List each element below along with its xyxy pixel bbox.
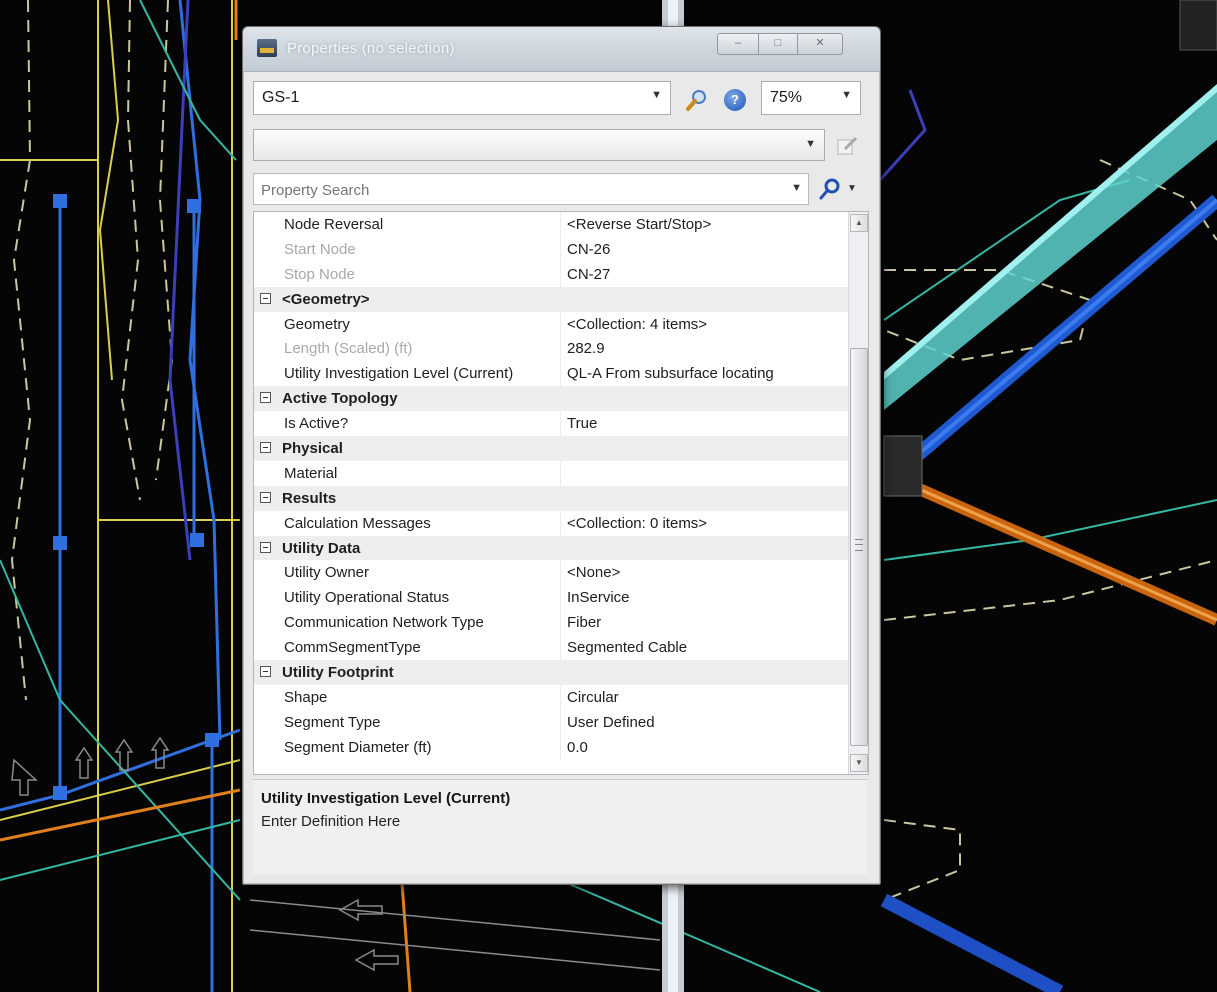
help-icon[interactable]: ? (724, 89, 746, 111)
property-value[interactable]: <Collection: 0 items> (567, 515, 707, 532)
edit-icon[interactable] (835, 135, 859, 157)
collapse-toggle-icon[interactable] (260, 292, 271, 304)
category-label: Results (282, 489, 337, 507)
property-name: CommSegmentType (284, 639, 421, 657)
property-row[interactable]: Material (254, 460, 848, 486)
category-label: Utility Footprint (282, 664, 394, 682)
property-value[interactable]: 0.0 (567, 739, 588, 756)
description-title: Utility Investigation Level (Current) (261, 790, 511, 807)
property-grid: Node Reversal <Reverse Start/Stop> Start N… (253, 211, 869, 775)
property-search-field[interactable]: ▼ (253, 173, 809, 205)
property-name: Node Reversal (284, 216, 384, 233)
minimize-button[interactable]: – (717, 33, 759, 55)
vertical-scrollbar[interactable]: ▲ ▼ (848, 212, 868, 774)
property-row[interactable]: Communication Network Type Fiber (254, 610, 848, 636)
property-name: Is Active? (284, 415, 349, 433)
scroll-down-arrow-icon[interactable]: ▼ (850, 754, 868, 772)
property-value[interactable]: Circular (567, 689, 619, 706)
property-search-input[interactable] (259, 179, 783, 201)
search-options-dropdown[interactable]: ▼ (847, 183, 857, 194)
magnifier-icon[interactable] (686, 89, 708, 111)
element-select-combo[interactable]: GS-1 ▼ (253, 81, 671, 115)
property-name: Utility Operational Status (284, 589, 450, 607)
scrollbar-thumb[interactable] (850, 348, 868, 746)
collapse-toggle-icon[interactable] (260, 666, 271, 678)
property-row[interactable]: CommSegmentType Segmented Cable (254, 635, 848, 660)
chevron-down-icon[interactable]: ▼ (841, 89, 852, 101)
property-value[interactable]: Segmented Cable (567, 639, 687, 656)
property-value[interactable]: <Reverse Start/Stop> (567, 216, 711, 233)
properties-dialog: Properties (no selection) – □ ✕ GS-1 ▼ ?… (242, 26, 881, 885)
property-category[interactable]: Physical (254, 436, 848, 461)
property-name: Stop Node (284, 265, 355, 283)
property-name: Geometry (284, 315, 350, 333)
property-value[interactable]: User Defined (567, 714, 655, 731)
property-row[interactable]: Utility Operational Status InService (254, 585, 848, 611)
property-category[interactable]: Active Topology (254, 386, 848, 412)
description-panel: Utility Investigation Level (Current) En… (253, 779, 867, 874)
category-label: Physical (282, 440, 343, 458)
property-row[interactable]: Geometry <Collection: 4 items> (254, 311, 848, 337)
property-value: CN-27 (567, 265, 611, 283)
property-row[interactable]: Length (Scaled) (ft) 282.9 (254, 336, 848, 362)
property-name: Calculation Messages (284, 514, 431, 532)
chevron-down-icon[interactable]: ▼ (791, 182, 802, 194)
property-row[interactable]: Segment Diameter (ft) 0.0 (254, 734, 848, 760)
property-row[interactable]: Shape Circular (254, 684, 848, 710)
category-label: <Geometry> (282, 290, 370, 308)
zoom-level-value: 75% (770, 89, 803, 106)
property-value[interactable]: InService (567, 589, 630, 606)
selection-set-combo[interactable]: ▼ (253, 129, 825, 161)
property-name: Material (284, 464, 338, 482)
property-name: Shape (284, 688, 328, 706)
property-row[interactable]: Segment Type User Defined (254, 709, 848, 735)
property-value[interactable]: <None> (567, 564, 620, 581)
property-row[interactable]: Calculation Messages <Collection: 0 items… (254, 510, 848, 536)
collapse-toggle-icon[interactable] (260, 491, 271, 503)
property-category[interactable]: Utility Data (254, 535, 848, 561)
collapse-toggle-icon[interactable] (260, 442, 271, 454)
property-row[interactable]: Is Active? True (254, 411, 848, 436)
property-value: CN-26 (567, 240, 611, 258)
app-icon (257, 39, 277, 57)
scroll-up-arrow-icon[interactable]: ▲ (850, 214, 868, 232)
property-category[interactable]: Utility Footprint (254, 660, 848, 685)
property-name: Communication Network Type (284, 614, 484, 632)
property-row[interactable]: Stop Node CN-27 (254, 261, 848, 287)
property-value[interactable]: <Collection: 4 items> (567, 316, 707, 333)
property-value: 282.9 (567, 340, 605, 358)
property-name: Segment Type (284, 713, 381, 731)
window-title: Properties (no selection) (287, 40, 455, 57)
search-icon[interactable] (817, 177, 843, 201)
property-value[interactable]: True (567, 415, 597, 432)
property-value[interactable]: QL-A From subsurface locating (567, 365, 774, 382)
property-grid-rows: Node Reversal <Reverse Start/Stop> Start N… (254, 212, 848, 760)
property-name: Utility Investigation Level (Current) (284, 365, 514, 383)
collapse-toggle-icon[interactable] (260, 392, 271, 404)
property-category[interactable]: <Geometry> (254, 286, 848, 312)
property-row[interactable]: Utility Investigation Level (Current) QL-… (254, 361, 848, 387)
property-name: Segment Diameter (ft) (284, 738, 432, 756)
element-select-value: GS-1 (262, 89, 300, 106)
description-text: Enter Definition Here (261, 813, 401, 830)
property-row[interactable]: Node Reversal <Reverse Start/Stop> (254, 212, 848, 237)
property-row[interactable]: Utility Owner <None> (254, 560, 848, 586)
title-bar[interactable]: Properties (no selection) – □ ✕ (243, 27, 880, 72)
grip-icon (855, 539, 863, 551)
chevron-down-icon[interactable]: ▼ (651, 89, 662, 101)
collapse-toggle-icon[interactable] (260, 541, 271, 553)
close-button[interactable]: ✕ (797, 33, 843, 55)
property-name: Start Node (284, 240, 356, 258)
property-name: Length (Scaled) (ft) (284, 340, 413, 358)
properties-toolbar: GS-1 ▼ ? 75% ▼ (253, 81, 869, 117)
maximize-button[interactable]: □ (758, 33, 798, 55)
chevron-down-icon[interactable]: ▼ (805, 138, 816, 150)
property-name: Utility Owner (284, 564, 370, 582)
property-category[interactable]: Results (254, 485, 848, 511)
category-label: Active Topology (282, 390, 398, 408)
category-label: Utility Data (282, 539, 361, 557)
property-value[interactable]: Fiber (567, 614, 601, 631)
zoom-level-combo[interactable]: 75% ▼ (761, 81, 861, 115)
property-row[interactable]: Start Node CN-26 (254, 236, 848, 262)
